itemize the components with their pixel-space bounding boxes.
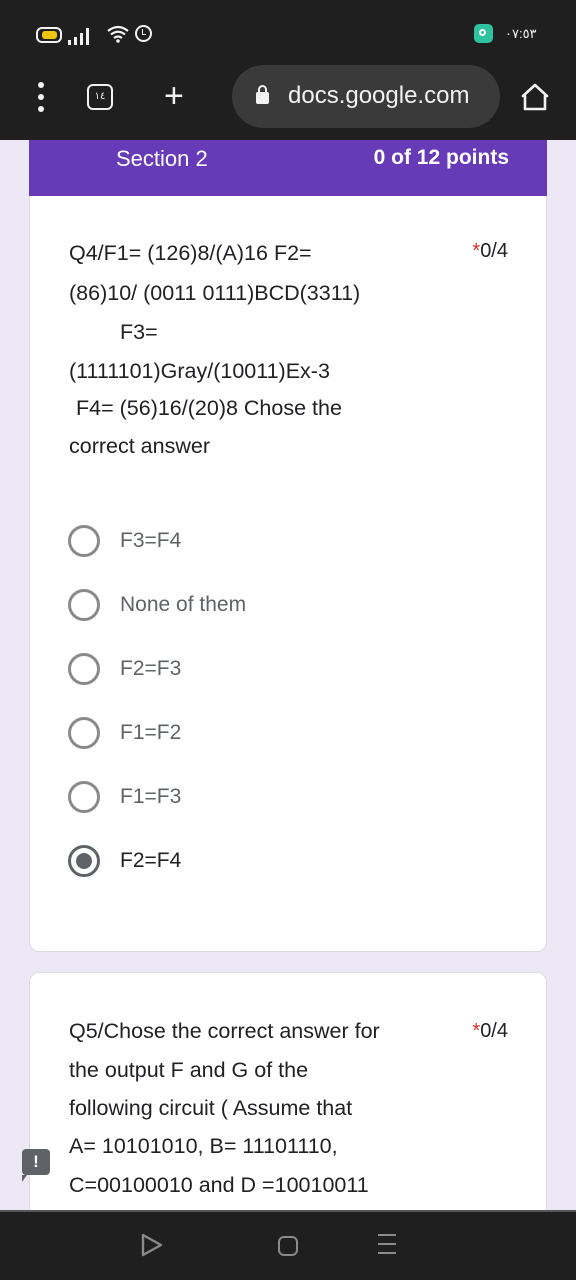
radio-button-selected[interactable] bbox=[68, 845, 100, 877]
option-f2-f3[interactable]: F2=F3 bbox=[68, 649, 181, 689]
option-label: None of them bbox=[120, 593, 247, 616]
url-bar[interactable]: docs.google.com bbox=[232, 65, 500, 128]
menu-dots-icon[interactable] bbox=[36, 82, 46, 112]
option-f1-f3[interactable]: F1=F3 bbox=[68, 777, 181, 817]
option-label: F2=F3 bbox=[120, 657, 182, 680]
option-label: F1=F3 bbox=[120, 785, 182, 808]
option-none-of-them[interactable]: None of them bbox=[68, 585, 246, 625]
option-label: F2=F4 bbox=[120, 849, 182, 872]
feedback-flag-icon[interactable]: ! bbox=[22, 1149, 50, 1182]
question-text-line: (1111101)Gray/(10011)Ex-3 bbox=[69, 359, 330, 383]
home-icon[interactable] bbox=[520, 82, 550, 112]
radio-button[interactable] bbox=[68, 589, 100, 621]
question-text-line: Q4/F1= (126)8/(A)16 F2= bbox=[69, 241, 312, 265]
recents-icon[interactable] bbox=[378, 1234, 396, 1254]
question-text-line: A= 10101010, B= 11101110, bbox=[69, 1134, 338, 1158]
section-points: 0 of 12 points bbox=[373, 146, 509, 169]
question-card-q4: Q4/F1= (126)8/(A)16 F2= *0/4 (86)10/ (00… bbox=[29, 196, 547, 952]
option-label: F3=F4 bbox=[120, 529, 182, 552]
question-text-line: the output F and G of the bbox=[69, 1058, 309, 1082]
radio-button[interactable] bbox=[68, 653, 100, 685]
score-value: 0/4 bbox=[480, 240, 508, 262]
question-score: *0/4 bbox=[472, 1020, 508, 1043]
battery-icon bbox=[36, 27, 62, 43]
lock-icon bbox=[256, 85, 269, 104]
home-icon[interactable] bbox=[278, 1236, 298, 1256]
wifi-icon bbox=[106, 24, 130, 49]
option-label: F1=F2 bbox=[120, 721, 182, 744]
question-score: *0/4 bbox=[472, 240, 508, 263]
option-f2-f4[interactable]: F2=F4 bbox=[68, 841, 181, 881]
radio-button[interactable] bbox=[68, 717, 100, 749]
question-text-line: C=00100010 and D =10010011 bbox=[69, 1173, 369, 1197]
option-f3-f4[interactable]: F3=F4 bbox=[68, 521, 181, 561]
radio-button[interactable] bbox=[68, 781, 100, 813]
url-text[interactable]: docs.google.com bbox=[288, 82, 469, 110]
question-text-line: (86)10/ (0011 0111)BCD(3311) bbox=[69, 281, 361, 305]
signal-icon bbox=[68, 27, 98, 45]
navigation-bar bbox=[0, 1210, 576, 1280]
back-icon[interactable] bbox=[140, 1232, 164, 1263]
alarm-icon bbox=[135, 25, 152, 42]
question-text-line: F3= bbox=[120, 320, 158, 344]
section-header: Section 2 0 of 12 points bbox=[29, 140, 547, 196]
radio-button[interactable] bbox=[68, 525, 100, 557]
option-f1-f2[interactable]: F1=F2 bbox=[68, 713, 181, 753]
clock: ٠٧:٥٣ bbox=[505, 26, 537, 41]
tabs-button[interactable]: ١٤ bbox=[87, 84, 113, 110]
question-text-line: F4= (56)16/(20)8 Chose the bbox=[76, 396, 342, 420]
question-text-line: correct answer bbox=[69, 434, 210, 458]
app-notification-icon bbox=[474, 24, 493, 43]
plus-icon[interactable]: + bbox=[164, 76, 184, 116]
question-text-line: following circuit ( Assume that bbox=[69, 1096, 353, 1120]
question-text-line: Q5/Chose the correct answer for bbox=[69, 1019, 380, 1043]
status-bar: ٠٧:٥٣ bbox=[0, 0, 576, 68]
score-value: 0/4 bbox=[480, 1020, 508, 1042]
section-title: Section 2 bbox=[116, 146, 208, 171]
